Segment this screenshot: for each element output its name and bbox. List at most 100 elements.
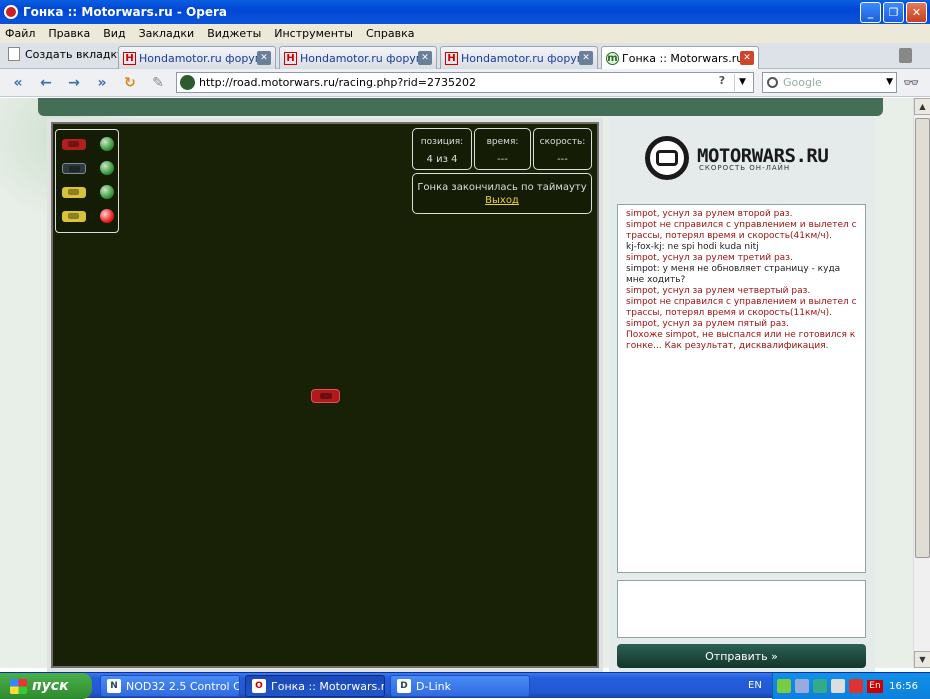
scroll-thumb[interactable]	[915, 118, 930, 558]
race-status-panel: Гонка закончилась по таймауту Выход	[412, 173, 592, 214]
racer-row	[62, 161, 114, 175]
opera-icon: O	[252, 679, 266, 693]
window-titlebar: Гонка :: Motorwars.ru - Opera _ ❐ ✕	[0, 0, 930, 24]
chat-message: simpot: у меня не обновляет страницу - к…	[626, 264, 841, 285]
close-tab-icon[interactable]: ✕	[257, 51, 271, 65]
race-status-message: Гонка закончилась по таймауту	[417, 182, 587, 193]
tray-app-icon[interactable]	[813, 679, 827, 693]
search-field[interactable]: Google ▼	[762, 72, 897, 93]
racer-row	[62, 209, 114, 223]
close-tab-icon[interactable]: ✕	[740, 51, 754, 65]
exit-link[interactable]: Выход	[485, 195, 519, 206]
nod32-icon: N	[107, 679, 121, 693]
time-value: ---	[497, 154, 508, 165]
racer-row	[62, 137, 114, 151]
taskbar-item-dlink[interactable]: D D-Link	[390, 675, 530, 697]
car-icon	[62, 210, 86, 222]
motorwars-logo[interactable]: MOTORWARS.RU СКОРОСТЬ ОН-ЛАЙН	[645, 133, 845, 183]
new-tab-button[interactable]: Создать вкладку	[8, 47, 124, 61]
taskbar-item-opera[interactable]: O Гонка :: Motorwars.r...	[245, 675, 385, 697]
position-value: 4 из 4	[426, 154, 458, 165]
racers-legend	[55, 129, 119, 233]
status-light-icon	[100, 185, 114, 199]
address-bar[interactable]: http://road.motorwars.ru/racing.php?rid=…	[176, 72, 754, 93]
search-icon	[767, 77, 778, 88]
chat-message: simpot не справился с управлением и выле…	[626, 220, 857, 241]
honda-favicon-icon: H	[284, 51, 297, 65]
glasses-icon[interactable]: 👓	[903, 76, 919, 91]
chat-log: simpot, уснул за рулем второй раз. simpo…	[617, 204, 866, 573]
site-icon	[180, 75, 195, 90]
menu-file[interactable]: Файл	[5, 27, 35, 40]
menu-view[interactable]: Вид	[103, 27, 125, 40]
status-light-icon	[100, 209, 114, 223]
menu-bookmarks[interactable]: Закладки	[139, 27, 195, 40]
taskbar-item-nod32[interactable]: N NOD32 2.5 Control C...	[100, 675, 240, 697]
send-button[interactable]: Отправить »	[617, 644, 866, 668]
car-icon	[62, 162, 86, 174]
navigation-bar: « ← → » ↻ ✎ http://road.motorwars.ru/rac…	[0, 69, 930, 97]
honda-favicon-icon: H	[445, 51, 458, 65]
search-dropdown-icon[interactable]: ▼	[886, 74, 893, 91]
scroll-down-icon[interactable]: ▼	[914, 651, 930, 668]
tab-hondamotor-3[interactable]: H Hondamotor.ru форум -... ✕	[440, 46, 598, 69]
antivirus-icon[interactable]	[849, 679, 863, 693]
maximize-button[interactable]: ❐	[883, 2, 904, 23]
start-label: пуск	[32, 678, 69, 694]
rewind-icon[interactable]: «	[8, 74, 28, 92]
tab-hondamotor-2[interactable]: H Hondamotor.ru форум -... ✕	[279, 46, 437, 69]
edit-pen-icon[interactable]: ✎	[148, 74, 168, 92]
chat-message: kj-fox-kj: ne spi hodi kuda nitj	[626, 242, 759, 252]
chat-message: simpot, уснул за рулем пятый раз.	[626, 319, 789, 329]
speed-label: скорость:	[539, 137, 586, 147]
dlink-icon: D	[397, 679, 411, 693]
start-button[interactable]: пуск	[0, 673, 92, 699]
scroll-up-icon[interactable]: ▲	[914, 98, 930, 115]
trash-icon[interactable]	[899, 48, 912, 63]
close-tab-icon[interactable]: ✕	[579, 51, 593, 65]
time-label: время:	[486, 137, 519, 147]
position-label: позиция:	[420, 137, 464, 147]
network-icon[interactable]	[795, 679, 809, 693]
menu-tools[interactable]: Инструменты	[274, 27, 353, 40]
taskbar-item-label: Гонка :: Motorwars.r...	[271, 679, 385, 693]
volume-icon[interactable]	[831, 679, 845, 693]
forward-icon[interactable]: →	[64, 74, 84, 92]
honda-favicon-icon: H	[123, 51, 136, 65]
page-scrollbar[interactable]: ▲ ▼	[913, 98, 930, 668]
windows-logo-icon	[10, 678, 27, 694]
search-placeholder: Google	[783, 76, 822, 89]
tab-hondamotor-1[interactable]: H Hondamotor.ru форум (... ✕	[118, 46, 276, 69]
help-icon[interactable]: ?	[713, 74, 731, 91]
speed-value: ---	[557, 154, 568, 165]
taskbar-item-label: D-Link	[416, 679, 451, 693]
menu-edit[interactable]: Правка	[48, 27, 90, 40]
time-panel: время: ---	[474, 128, 531, 170]
status-light-icon	[100, 137, 114, 151]
language-indicator[interactable]: EN	[748, 680, 762, 691]
close-button[interactable]: ✕	[906, 2, 927, 23]
opera-icon	[4, 5, 18, 19]
menu-widgets[interactable]: Виджеты	[207, 27, 261, 40]
chat-message: simpot, уснул за рулем второй раз.	[626, 209, 793, 219]
car-icon	[62, 138, 86, 150]
racer-row	[62, 185, 114, 199]
page-top-strip	[38, 98, 883, 116]
tab-label: Hondamotor.ru форум -...	[461, 51, 579, 65]
speed-panel: скорость: ---	[533, 128, 592, 170]
address-dropdown-icon[interactable]: ▼	[734, 74, 750, 91]
new-page-icon	[8, 47, 20, 61]
keyboard-layout-icon[interactable]: En	[867, 679, 883, 693]
reload-icon[interactable]: ↻	[120, 74, 140, 92]
chat-input[interactable]	[617, 580, 866, 638]
close-tab-icon[interactable]: ✕	[418, 51, 432, 65]
window-title: Гонка :: Motorwars.ru - Opera	[23, 5, 228, 19]
system-tray: En 16:56	[772, 673, 930, 699]
fast-forward-icon[interactable]: »	[92, 74, 112, 92]
menu-bar: Файл Правка Вид Закладки Виджеты Инструм…	[0, 24, 930, 43]
minimize-button[interactable]: _	[860, 2, 881, 23]
tab-motorwars-race[interactable]: m Гонка :: Motorwars.ru ✕	[601, 46, 759, 69]
tray-app-icon[interactable]	[777, 679, 791, 693]
menu-help[interactable]: Справка	[366, 27, 414, 40]
back-icon[interactable]: ←	[36, 74, 56, 92]
